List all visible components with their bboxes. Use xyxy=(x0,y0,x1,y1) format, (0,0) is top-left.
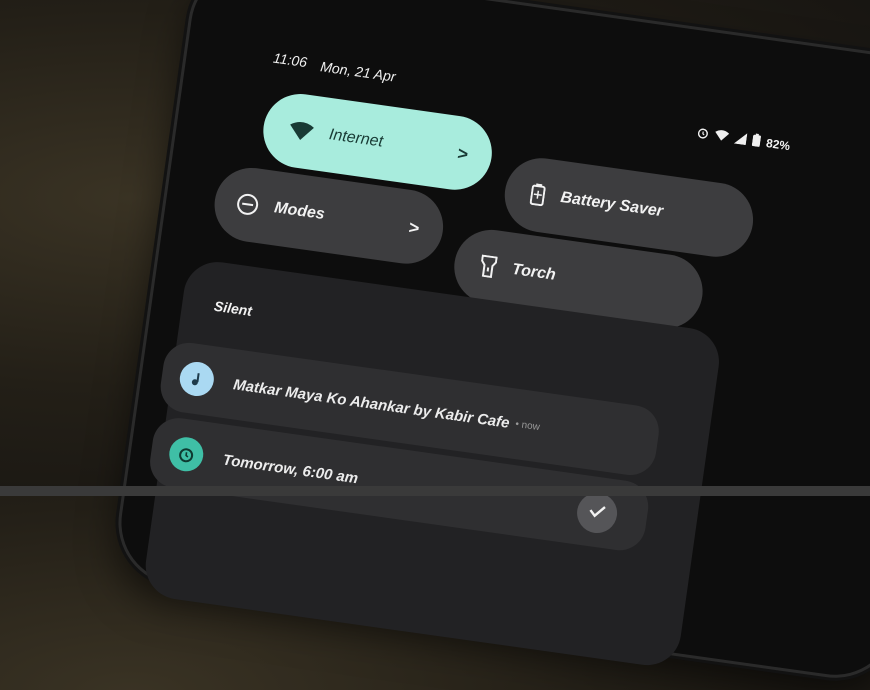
battery-icon xyxy=(751,133,761,150)
music-note-icon xyxy=(177,359,217,399)
battery-saver-tile-label: Battery Saver xyxy=(559,188,665,221)
internet-tile-label: Internet xyxy=(327,126,385,151)
status-date: Mon, 21 Apr xyxy=(319,58,397,85)
status-icons: 82% xyxy=(696,125,791,154)
notification-music-time: • now xyxy=(514,418,541,433)
wifi-icon xyxy=(714,128,730,145)
notification-alarm-text: Tomorrow, 6:00 am xyxy=(221,451,360,487)
chevron-right-icon: > xyxy=(407,216,421,238)
flashlight-icon xyxy=(479,254,498,279)
modes-icon xyxy=(235,192,260,217)
alarm-icon xyxy=(696,126,710,143)
notification-music-text: Matkar Maya Ko Ahankar by Kabir Cafe xyxy=(232,375,511,432)
chevron-right-icon: > xyxy=(455,142,470,164)
battery-saver-icon xyxy=(529,183,546,207)
bottom-bar xyxy=(0,486,870,496)
check-button[interactable] xyxy=(574,490,620,536)
torch-tile-label: Torch xyxy=(510,260,557,284)
modes-tile-label: Modes xyxy=(273,199,326,224)
check-icon xyxy=(587,502,607,523)
alarm-icon xyxy=(167,435,206,474)
silent-section-title: Silent xyxy=(213,297,254,319)
signal-icon xyxy=(733,131,748,148)
status-time: 11:06 xyxy=(272,49,309,71)
notification-shade: 11:06 Mon, 21 Apr 82% Internet > Battery… xyxy=(141,10,870,690)
battery-percent: 82% xyxy=(765,136,791,154)
wifi-icon xyxy=(288,120,315,143)
